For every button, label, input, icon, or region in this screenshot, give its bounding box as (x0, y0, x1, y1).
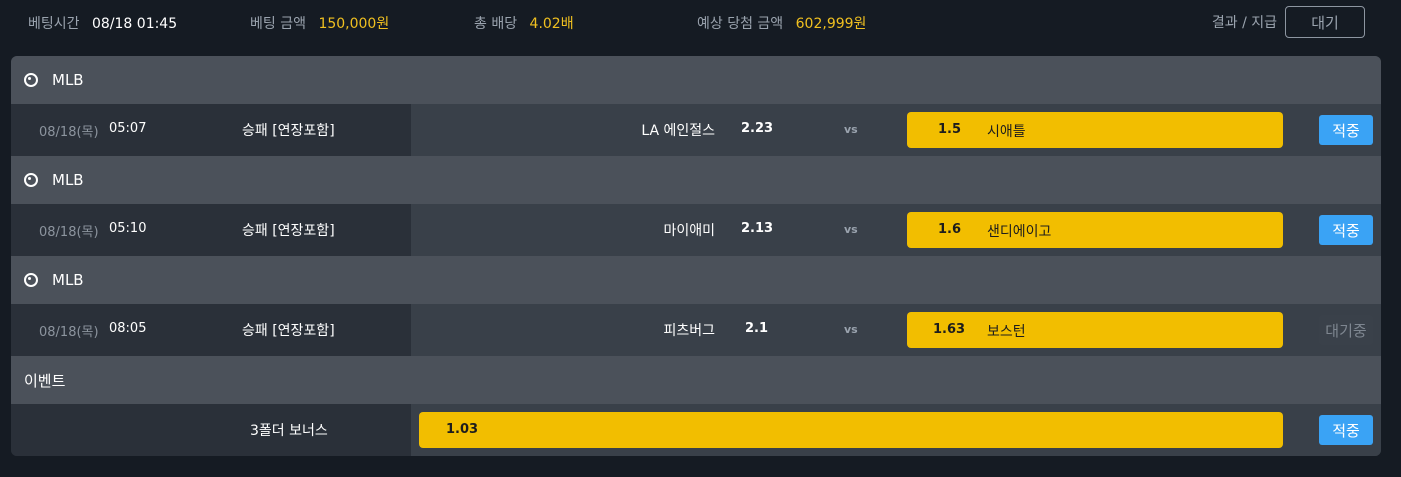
bet-summary-bar: 베팅시간 08/18 01:45 베팅 금액 150,000원 총 배당 4.0… (0, 0, 1401, 44)
home-odds: 2.1 (745, 321, 769, 336)
baseball-icon (24, 173, 38, 187)
expected-win-label: 예상 당첨 금액 (697, 16, 784, 32)
league-header: MLB (11, 256, 1381, 304)
selected-away-pick[interactable]: 1.6 샌디에이고 (907, 212, 1283, 248)
bet-row: 08/18(목) 05:07 승패 [연장포함] LA 에인절스 2.23 vs… (11, 104, 1381, 156)
payout-status: 결과 / 지급 대기 (1212, 6, 1365, 38)
vs-label: vs (844, 323, 858, 336)
expected-win-value: 602,999원 (795, 16, 867, 32)
away-team: 샌디에이고 (987, 224, 1052, 240)
away-team: 보스턴 (987, 324, 1026, 340)
total-odds-label: 총 배당 (474, 16, 518, 32)
bonus-label: 3폴더 보너스 (250, 423, 328, 439)
bonus-odds-box[interactable]: 1.03 (419, 412, 1283, 448)
bet-row: 08/18(목) 05:10 승패 [연장포함] 마이애미 2.13 vs 1.… (11, 204, 1381, 256)
market-type: 승패 [연장포함] (242, 223, 335, 239)
bet-amount-summary: 베팅 금액 150,000원 (250, 13, 389, 33)
away-odds: 1.5 (938, 122, 962, 137)
league-name: MLB (52, 171, 84, 189)
away-odds: 1.6 (938, 222, 962, 237)
league-header: MLB (11, 156, 1381, 204)
match-time: 05:07 (109, 121, 147, 136)
home-team: LA 에인절스 (641, 123, 715, 139)
home-odds: 2.23 (741, 121, 774, 136)
result-badge-pending[interactable]: 대기중 (1319, 315, 1373, 345)
bet-time-summary: 베팅시간 08/18 01:45 (28, 13, 177, 33)
match-date: 08/18(목) (39, 125, 99, 140)
result-badge-hit[interactable]: 적중 (1319, 115, 1373, 145)
market-type: 승패 [연장포함] (242, 123, 335, 139)
result-badge-hit[interactable]: 적중 (1319, 415, 1373, 445)
bonus-odds: 1.03 (446, 422, 479, 437)
market-type: 승패 [연장포함] (242, 323, 335, 339)
league-header: MLB (11, 56, 1381, 104)
bet-row: 08/18(목) 08:05 승패 [연장포함] 피츠버그 2.1 vs 1.6… (11, 304, 1381, 356)
league-name: MLB (52, 71, 84, 89)
event-header: 이벤트 (11, 356, 1381, 404)
event-row: 3폴더 보너스 1.03 적중 (11, 404, 1381, 456)
league-name: MLB (52, 271, 84, 289)
match-time: 05:10 (109, 221, 147, 236)
bet-time-value: 08/18 01:45 (91, 16, 178, 32)
home-team: 마이애미 (663, 223, 715, 239)
total-odds-summary: 총 배당 4.02배 (474, 13, 574, 33)
total-odds-value: 4.02배 (529, 16, 574, 32)
baseball-icon (24, 273, 38, 287)
bet-amount-label: 베팅 금액 (250, 16, 306, 32)
expected-win-summary: 예상 당첨 금액 602,999원 (697, 13, 866, 33)
home-team: 피츠버그 (663, 323, 715, 339)
selected-away-pick[interactable]: 1.5 시애틀 (907, 112, 1283, 148)
away-odds: 1.63 (933, 322, 966, 337)
match-time: 08:05 (109, 321, 147, 336)
result-badge-hit[interactable]: 적중 (1319, 215, 1373, 245)
match-date: 08/18(목) (39, 225, 99, 240)
selected-away-pick[interactable]: 1.63 보스턴 (907, 312, 1283, 348)
payout-status-button[interactable]: 대기 (1285, 6, 1365, 38)
vs-label: vs (844, 223, 858, 236)
baseball-icon (24, 73, 38, 87)
bet-time-label: 베팅시간 (28, 16, 80, 32)
home-odds: 2.13 (741, 221, 774, 236)
bet-slip-panel: MLB 08/18(목) 05:07 승패 [연장포함] LA 에인절스 2.2… (11, 56, 1381, 456)
event-title: 이벤트 (24, 371, 66, 390)
match-date: 08/18(목) (39, 325, 99, 340)
away-team: 시애틀 (987, 124, 1026, 140)
vs-label: vs (844, 123, 858, 136)
bet-amount-value: 150,000원 (318, 16, 390, 32)
payout-status-label: 결과 / 지급 (1211, 15, 1277, 31)
